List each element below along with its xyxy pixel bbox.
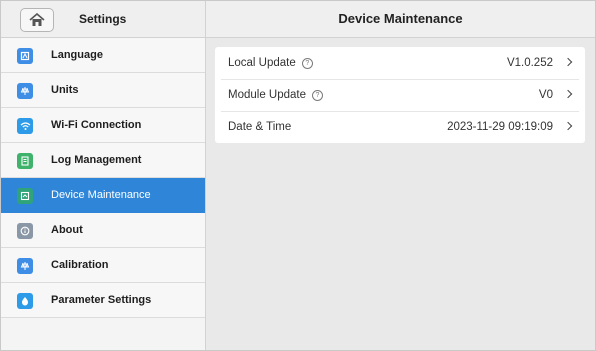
sidebar-item-label: About [51,224,83,236]
chevron-right-icon [563,57,573,67]
sidebar-item-parameter-settings[interactable]: Parameter Settings [1,283,205,318]
maintenance-list: Local Update? V1.0.252 Module Update? V0… [215,47,585,143]
sidebar-item-about[interactable]: About [1,213,205,248]
home-icon [29,13,45,26]
sidebar-item-language[interactable]: Language [1,38,205,73]
info-icon[interactable]: ? [312,90,323,101]
sidebar-item-label: Units [51,84,79,96]
sidebar-item-label: Device Maintenance [51,189,151,201]
page-title: Device Maintenance [338,11,463,26]
sidebar-item-device-maintenance[interactable]: Device Maintenance [1,178,205,213]
sidebar-item-label: Log Management [51,154,142,166]
sidebar-item-label: Calibration [51,259,109,271]
chevron-right-icon [563,121,573,131]
sidebar-header: Settings [1,1,206,37]
sidebar-item-label: Language [51,49,103,61]
log-icon [17,153,33,169]
about-icon [17,223,33,239]
row-label: Date & Time [228,121,292,133]
units-icon [17,83,33,99]
row-value: V1.0.252 [506,57,553,69]
row-local-update[interactable]: Local Update? V1.0.252 [215,47,585,79]
header-bar: Settings Device Maintenance [1,1,595,38]
sidebar: Language Units Wi-Fi Connection Log Mana… [1,38,206,350]
sidebar-item-label: Parameter Settings [51,294,152,306]
sidebar-item-calibration[interactable]: Calibration [1,248,205,283]
row-value: V0 [538,89,553,101]
sidebar-item-label: Wi-Fi Connection [51,119,142,131]
row-label: Module Update [228,89,306,101]
row-module-update[interactable]: Module Update? V0 [215,79,585,111]
language-icon [17,48,33,64]
sidebar-item-wifi[interactable]: Wi-Fi Connection [1,108,205,143]
row-value: 2023-11-29 09:19:09 [447,121,553,133]
home-button[interactable] [20,8,54,32]
parameter-icon [17,293,33,309]
row-date-time[interactable]: Date & Time 2023-11-29 09:19:09 [215,111,585,143]
sidebar-item-log-management[interactable]: Log Management [1,143,205,178]
info-icon[interactable]: ? [301,58,313,69]
chevron-right-icon [563,89,573,99]
wifi-icon [17,118,33,134]
sidebar-item-units[interactable]: Units [1,73,205,108]
maintenance-icon [17,188,33,204]
calibration-icon [17,258,33,274]
app-window: Settings Device Maintenance Language Uni… [0,0,596,351]
settings-title: Settings [79,12,127,26]
row-label: Local Update [228,57,296,69]
